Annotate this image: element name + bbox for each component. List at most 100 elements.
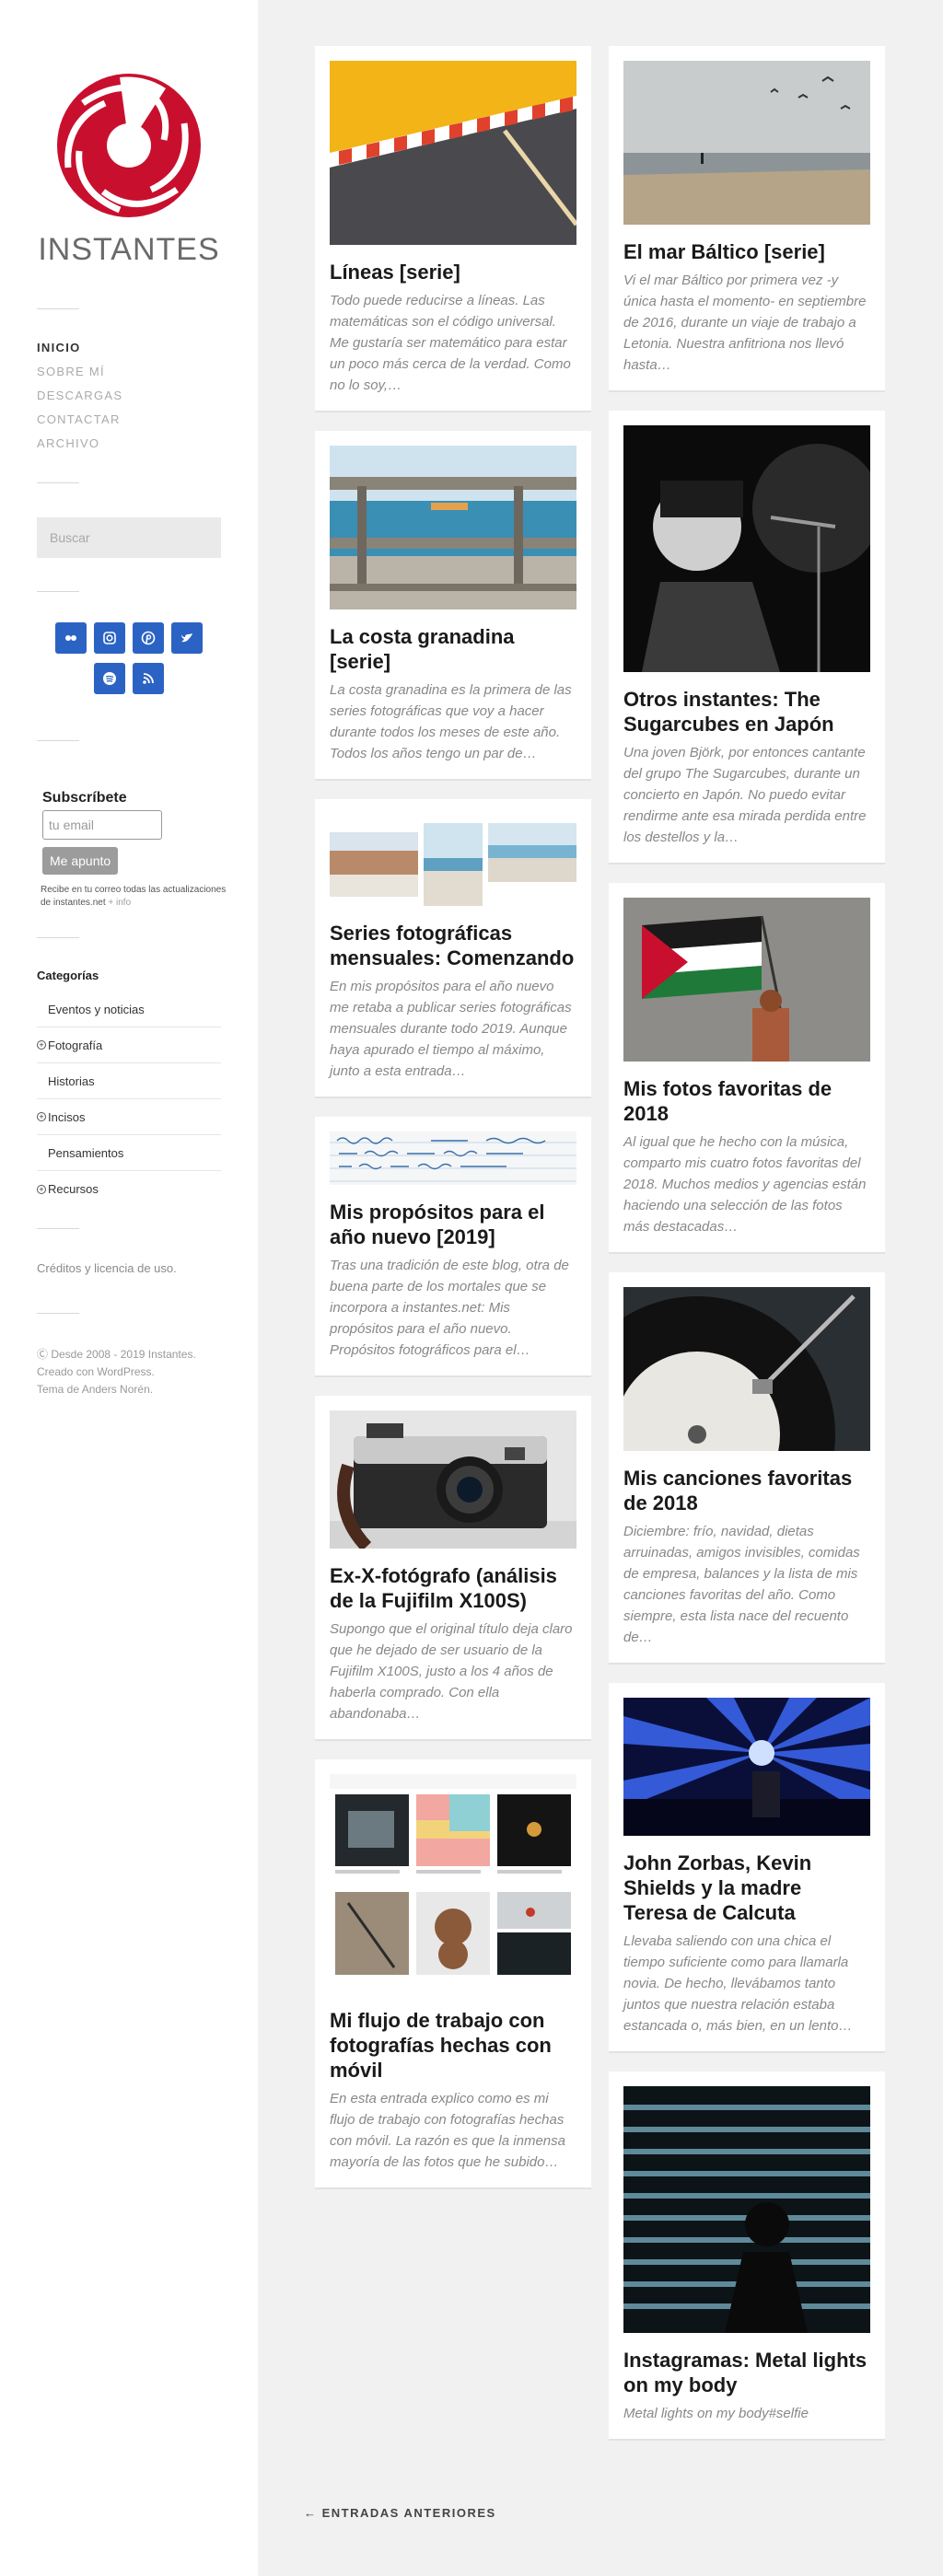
post-card[interactable]: Líneas [serie] Todo puede reducirse a lí… — [315, 46, 591, 412]
spotify-icon[interactable] — [94, 663, 125, 694]
posts-column-right: El mar Báltico [serie] Vi el mar Báltico… — [609, 46, 885, 2459]
post-title[interactable]: Instagramas: Metal lights on my body — [623, 2348, 870, 2397]
post-excerpt: Al igual que he hecho con la música, com… — [623, 1134, 867, 1235]
post-thumbnail[interactable] — [330, 446, 576, 609]
categories-title: Categorías — [37, 969, 99, 982]
post-title[interactable]: El mar Báltico [serie] — [623, 239, 870, 264]
post-excerpt: Llevaba saliendo con una chica el tiempo… — [623, 1933, 853, 2034]
post-thumbnail[interactable] — [623, 61, 870, 225]
divider — [37, 740, 79, 741]
post-card[interactable]: John Zorbas, Kevin Shields y la madre Te… — [609, 1683, 885, 2053]
categories-widget: Categorías Eventos y noticias + Fotografí… — [37, 969, 221, 1207]
expand-icon[interactable]: + — [37, 1040, 46, 1050]
site-logo[interactable] — [55, 72, 203, 219]
post-thumbnail[interactable] — [623, 1287, 870, 1451]
post-excerpt: Tras una tradición de este blog, otra de… — [330, 1258, 569, 1358]
post-excerpt: Supongo que el original título deja clar… — [330, 1621, 573, 1722]
category-item[interactable]: + Incisos — [37, 1099, 221, 1135]
twitter-icon[interactable] — [171, 622, 203, 654]
post-thumbnail[interactable] — [330, 1774, 576, 1993]
post-card[interactable]: Ex-X-fotógrafo (análisis de la Fujifilm … — [315, 1396, 591, 1741]
subscribe-title: Subscríbete — [42, 790, 127, 806]
search-input[interactable] — [37, 517, 221, 558]
info-link[interactable]: + info — [108, 898, 131, 908]
subscribe-note-text: Recibe en tu correo todas las actualizac… — [41, 885, 227, 908]
post-excerpt: La costa granadina es la primera de las … — [330, 682, 572, 761]
divider — [37, 482, 79, 483]
category-label[interactable]: Recursos — [48, 1182, 99, 1196]
subscribe-note: Recibe en tu correo todas las actualizac… — [41, 884, 234, 910]
category-label[interactable]: Incisos — [48, 1110, 85, 1124]
pinterest-icon[interactable] — [133, 622, 164, 654]
nav-item-sobre-mi[interactable]: SOBRE MÍ — [37, 363, 122, 387]
nav-item-descargas[interactable]: DESCARGAS — [37, 387, 122, 411]
post-thumbnail[interactable] — [623, 1698, 870, 1836]
post-title[interactable]: Mi flujo de trabajo con fotografías hech… — [330, 2008, 576, 2083]
category-item[interactable]: Historias — [37, 1063, 221, 1099]
credits-link[interactable]: Créditos y licencia de uso. — [37, 1261, 177, 1275]
nav-item-contactar[interactable]: CONTACTAR — [37, 411, 122, 435]
post-card[interactable]: Instagramas: Metal lights on my body Met… — [609, 2071, 885, 2441]
expand-icon[interactable]: + — [37, 1112, 46, 1121]
post-title[interactable]: Ex-X-fotógrafo (análisis de la Fujifilm … — [330, 1563, 576, 1613]
post-excerpt: Metal lights on my body#selfie — [623, 2406, 809, 2421]
post-thumbnail[interactable] — [330, 1131, 576, 1185]
post-card[interactable]: Mis canciones favoritas de 2018 Diciembr… — [609, 1272, 885, 1665]
sidebar: INSTANTES INICIO SOBRE MÍ DESCARGAS CONT… — [0, 0, 258, 2576]
post-excerpt: En esta entrada explico como es mi flujo… — [330, 2091, 565, 2170]
previous-entries-link[interactable]: ← ENTRADAS ANTERIORES — [304, 2506, 496, 2520]
divider — [37, 591, 79, 592]
post-thumbnail[interactable] — [330, 61, 576, 245]
post-title[interactable]: Líneas [serie] — [330, 260, 576, 284]
post-card[interactable]: El mar Báltico [serie] Vi el mar Báltico… — [609, 46, 885, 392]
post-thumbnail[interactable] — [623, 2086, 870, 2333]
post-title[interactable]: John Zorbas, Kevin Shields y la madre Te… — [623, 1851, 870, 1925]
post-title[interactable]: La costa granadina [serie] — [330, 624, 576, 674]
site-title[interactable]: INSTANTES — [0, 232, 258, 268]
post-card[interactable]: Series fotográficas mensuales: Comenzand… — [315, 799, 591, 1098]
post-title[interactable]: Otros instantes: The Sugarcubes en Japón — [623, 687, 870, 737]
category-item[interactable]: + Fotografía — [37, 1027, 221, 1063]
category-label[interactable]: Eventos y noticias — [48, 1003, 145, 1016]
category-item[interactable]: Eventos y noticias — [37, 992, 221, 1027]
post-card[interactable]: Mis propósitos para el año nuevo [2019] … — [315, 1117, 591, 1377]
site-footer: Ⓒ Desde 2008 - 2019 Instantes. Creado co… — [37, 1346, 196, 1398]
footer-theme[interactable]: Tema de Anders Norén. — [37, 1381, 196, 1398]
nav-item-archivo[interactable]: ARCHIVO — [37, 435, 122, 458]
post-title[interactable]: Series fotográficas mensuales: Comenzand… — [330, 921, 576, 970]
nav-item-inicio[interactable]: INICIO — [37, 339, 122, 363]
category-label[interactable]: Historias — [48, 1074, 95, 1088]
category-item[interactable]: + Recursos — [37, 1171, 221, 1207]
post-card[interactable]: La costa granadina [serie] La costa gran… — [315, 431, 591, 781]
divider — [37, 1313, 79, 1314]
expand-icon[interactable]: + — [37, 1184, 46, 1194]
subscribe-button[interactable]: Me apunto — [42, 847, 119, 875]
footer-wordpress[interactable]: Creado con WordPress. — [37, 1363, 196, 1381]
post-card[interactable]: Otros instantes: The Sugarcubes en Japón… — [609, 411, 885, 864]
post-title[interactable]: Mis canciones favoritas de 2018 — [623, 1466, 870, 1515]
category-label[interactable]: Fotografía — [48, 1039, 102, 1052]
post-thumbnail[interactable] — [623, 898, 870, 1062]
instagram-icon[interactable] — [94, 622, 125, 654]
divider — [37, 937, 79, 938]
category-label[interactable]: Pensamientos — [48, 1146, 123, 1160]
category-item[interactable]: Pensamientos — [37, 1135, 221, 1171]
post-title[interactable]: Mis fotos favoritas de 2018 — [623, 1076, 870, 1126]
post-card[interactable]: Mis fotos favoritas de 2018 Al igual que… — [609, 883, 885, 1254]
post-thumbnail[interactable] — [623, 425, 870, 672]
post-thumbnail[interactable] — [330, 814, 576, 906]
rss-icon[interactable] — [133, 663, 164, 694]
flickr-icon[interactable] — [55, 622, 87, 654]
subscribe-widget: Subscríbete Me apunto Recibe en tu corre… — [41, 790, 227, 910]
footer-copyright: Ⓒ Desde 2008 - 2019 Instantes. — [37, 1348, 196, 1361]
post-title[interactable]: Mis propósitos para el año nuevo [2019] — [330, 1200, 576, 1249]
post-thumbnail[interactable] — [330, 1410, 576, 1549]
social-links — [37, 622, 221, 703]
post-excerpt: Todo puede reducirse a líneas. Las matem… — [330, 293, 571, 393]
email-field[interactable] — [42, 810, 162, 840]
divider — [37, 308, 79, 309]
divider — [37, 1228, 79, 1229]
post-excerpt: Una joven Björk, por entonces cantante d… — [623, 745, 867, 845]
post-excerpt: Vi el mar Báltico por primera vez -y úni… — [623, 273, 867, 373]
post-card[interactable]: Mi flujo de trabajo con fotografías hech… — [315, 1759, 591, 2189]
